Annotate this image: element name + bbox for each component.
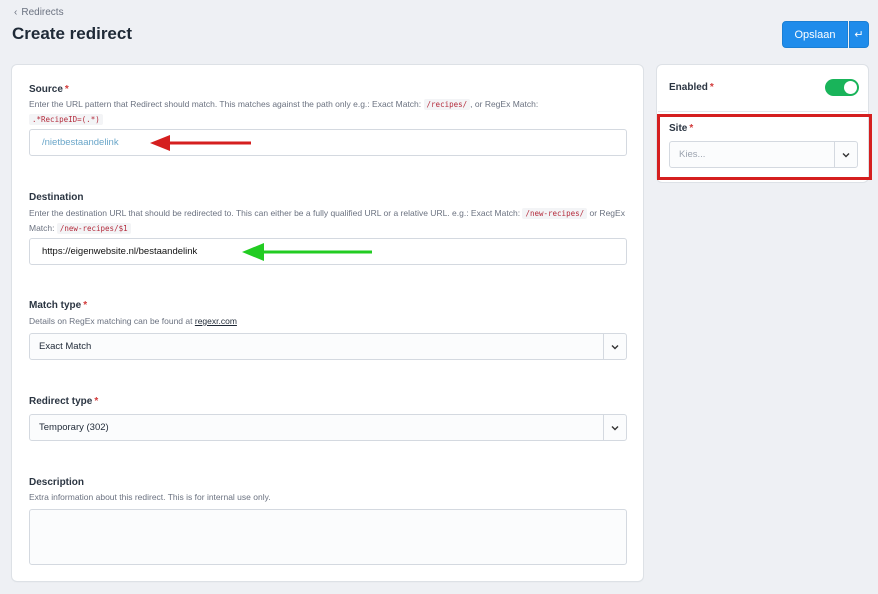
description-label: Description	[29, 477, 85, 488]
destination-help: Enter the destination URL that should be…	[29, 208, 625, 234]
page-title: Create redirect	[12, 24, 133, 43]
match-type-help: Details on RegEx matching can be found a…	[29, 316, 237, 326]
match-type-value: Exact Match	[39, 341, 92, 352]
enabled-toggle[interactable]	[825, 79, 859, 96]
redirect-type-label: Redirect type *	[29, 396, 99, 407]
divider	[658, 111, 867, 112]
destination-label: Destination	[29, 192, 84, 203]
required-mark: *	[64, 84, 69, 95]
required-mark: *	[709, 82, 714, 93]
chevron-down-icon	[611, 426, 619, 431]
save-and-return-button[interactable]: ↵	[849, 21, 869, 48]
return-icon: ↵	[854, 29, 864, 41]
required-mark: *	[94, 396, 99, 407]
description-textarea[interactable]	[29, 509, 627, 565]
source-label: Source *	[29, 84, 69, 95]
red-arrow-icon	[150, 135, 251, 151]
source-help: Enter the URL pattern that Redirect shou…	[29, 99, 539, 125]
save-button[interactable]: Opslaan	[782, 21, 848, 48]
required-mark: *	[83, 300, 88, 311]
chevron-left-icon: ‹	[14, 7, 18, 18]
redirect-type-value: Temporary (302)	[39, 422, 109, 433]
destination-example-exact: /new-recipes/	[522, 208, 588, 219]
green-arrow-icon	[242, 243, 372, 261]
breadcrumb[interactable]: ‹ Redirects	[14, 7, 64, 18]
redirect-type-select[interactable]: Temporary (302)	[29, 414, 627, 441]
source-example-regex: .*RecipeID=(.*)	[29, 114, 103, 125]
match-type-select[interactable]: Exact Match	[29, 333, 627, 360]
destination-example-regex: /new-recipes/$1	[56, 223, 131, 234]
toggle-knob	[844, 81, 857, 94]
regexr-link[interactable]: regexr.com	[195, 316, 237, 326]
chevron-down-icon	[611, 345, 619, 350]
source-input[interactable]: /nietbestaandelink	[29, 129, 627, 156]
description-help: Extra information about this redirect. T…	[29, 492, 271, 502]
site-highlight-box	[657, 114, 872, 180]
source-example-exact: /recipes/	[423, 99, 471, 110]
enabled-label: Enabled *	[669, 82, 714, 93]
breadcrumb-redirects-link[interactable]: Redirects	[21, 7, 63, 18]
match-type-label: Match type *	[29, 300, 88, 311]
